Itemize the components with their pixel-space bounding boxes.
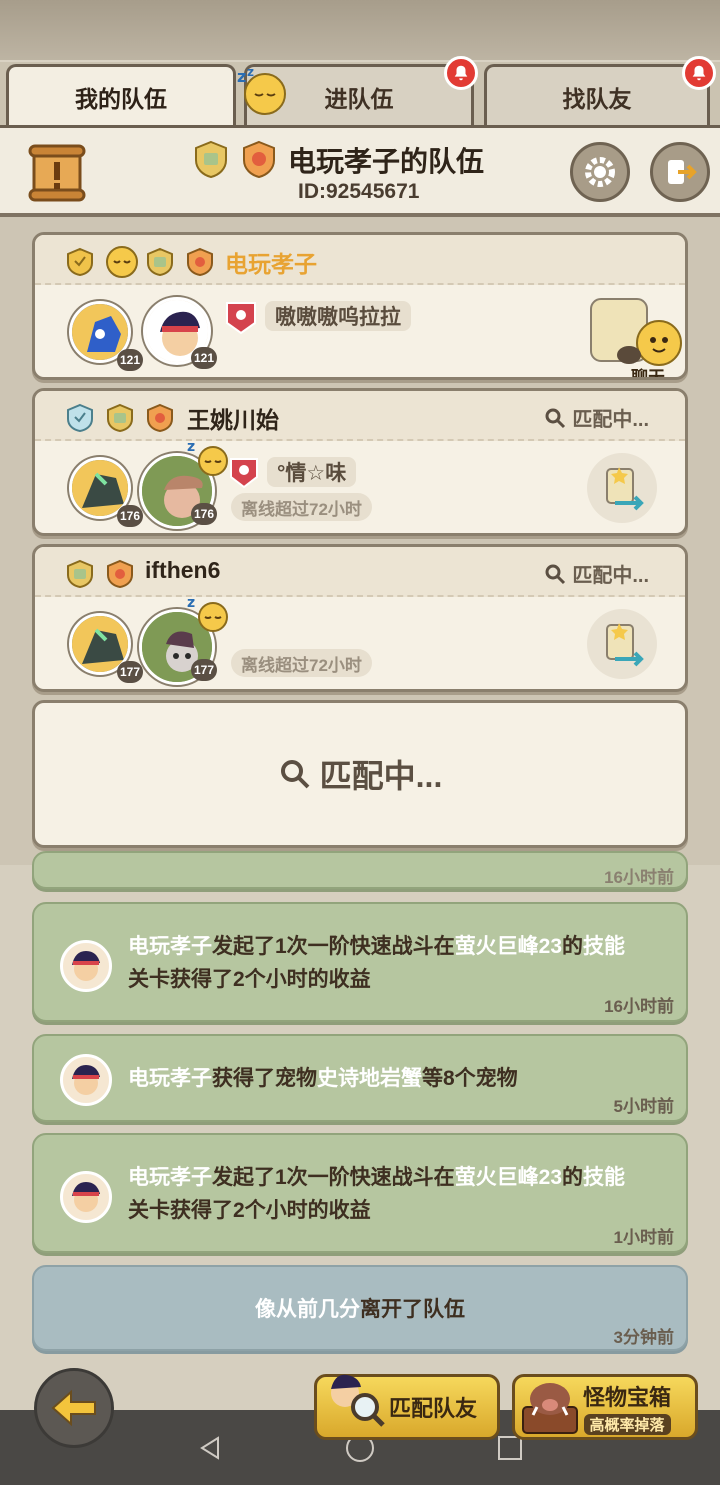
pet-level: 121 [117, 349, 143, 371]
monster-chest-button[interactable]: 怪物宝箱 高概率掉落 [512, 1374, 698, 1440]
scroll-icon[interactable] [26, 142, 88, 204]
feed-avatar [60, 940, 112, 992]
chat-button[interactable]: 聊天 [587, 297, 682, 377]
team-header: 电玩孝子的队伍 ID:92545671 [0, 125, 720, 217]
feed-item: 电玩孝子获得了宠物史诗地岩蟹等8个宠物 5小时前 [32, 1034, 688, 1122]
activity-feed: 16小时前 电玩孝子发起了1次一阶快速战斗在萤火巨峰23的技能关卡获得了2个小时… [0, 851, 720, 1425]
guild-emblem-icon [65, 559, 95, 589]
feed-text: 电玩孝子发起了1次一阶快速战斗在萤火巨峰23的技能关卡获得了2个小时的收益 [128, 1166, 626, 1222]
feed-time: 1小时前 [613, 1228, 674, 1247]
sleep-emoji-icon [105, 245, 139, 279]
back-arrow-icon[interactable] [34, 1368, 114, 1448]
team-id: ID:92545671 [298, 180, 420, 203]
magnifier-icon [331, 1374, 385, 1427]
svg-text:z: z [187, 595, 195, 611]
feed-avatar [60, 1054, 112, 1106]
exit-icon[interactable] [650, 142, 710, 202]
sleep-emoji-icon: z z [232, 64, 292, 118]
feed-time: 3分钟前 [613, 1328, 674, 1347]
tab-bar: 我的队伍 进队伍 找队友 [0, 62, 720, 128]
feed-item: 电玩孝子发起了1次一阶快速战斗在萤火巨峰23的技能关卡获得了2个小时的收益 16… [32, 902, 688, 1022]
player-level: 121 [191, 347, 217, 369]
rank-emblem-icon [185, 247, 215, 277]
svg-text:z: z [237, 67, 246, 86]
member-card-leader: 电玩孝子 121 121 嗷嗷嗷呜拉拉 聊天 [32, 232, 688, 380]
offline-status: 离线超过72小时 [231, 649, 372, 677]
member-name: 电玩孝子 [225, 251, 317, 277]
title-pill: 嗷嗷嗷呜拉拉 [265, 301, 411, 331]
search-icon [545, 564, 566, 584]
bell-icon [444, 56, 478, 90]
tab-find-teammate[interactable]: 找队友 [484, 64, 710, 126]
rank-emblem-icon [105, 559, 135, 589]
swap-button[interactable] [587, 453, 657, 523]
tab-my-team[interactable]: 我的队伍 [6, 64, 236, 126]
search-icon [545, 408, 566, 428]
guild-emblem-icon [105, 403, 135, 433]
bell-icon [682, 56, 716, 90]
member-card: ifthen6 匹配中... 177 177 z 离线超过72小时 [32, 544, 688, 692]
matching-status: 匹配中... [544, 559, 649, 588]
search-icon [280, 760, 310, 789]
pet-level: 177 [117, 661, 143, 683]
feed-text: 像从前几分离开了队伍 [255, 1298, 465, 1321]
member-name: 王姚川始 [187, 407, 279, 433]
shield-badge-icon [65, 403, 95, 433]
nav-back-icon[interactable] [192, 1430, 228, 1466]
title-pill: °情☆味 [267, 457, 357, 487]
member-list: 电玩孝子 121 121 嗷嗷嗷呜拉拉 聊天 王姚川始 匹配中... 176 1… [0, 217, 720, 865]
svg-text:z: z [187, 439, 195, 455]
feed-avatar [60, 1171, 112, 1223]
feed-time: 16小时前 [604, 997, 674, 1016]
title-badge-icon [227, 455, 261, 489]
feed-text: 电玩孝子获得了宠物史诗地岩蟹等8个宠物 [128, 1067, 518, 1090]
sleep-emoji-icon: z [185, 593, 231, 633]
chat-label: 聊天 [631, 368, 665, 380]
rank-emblem-icon [145, 403, 175, 433]
gear-icon[interactable] [570, 142, 630, 202]
member-name: ifthen6 [145, 557, 221, 583]
boar-chest-icon [522, 1383, 578, 1434]
feed-item: 电玩孝子发起了1次一阶快速战斗在萤火巨峰23的技能关卡获得了2个小时的收益 1小… [32, 1133, 688, 1253]
pet-level: 176 [117, 505, 143, 527]
feed-item: 像从前几分离开了队伍 3分钟前 [32, 1265, 688, 1351]
offline-status: 离线超过72小时 [231, 493, 372, 521]
svg-text:z: z [247, 65, 254, 79]
member-card: 王姚川始 匹配中... 176 176 z °情☆味 离线超过72小时 [32, 388, 688, 536]
empty-slot-matching: 匹配中... [35, 703, 685, 845]
feed-text: 电玩孝子发起了1次一阶快速战斗在萤火巨峰23的技能关卡获得了2个小时的收益 [128, 935, 626, 991]
sleep-emoji-icon: z [185, 437, 231, 477]
feed-item-partial: 16小时前 [32, 851, 688, 889]
status-bar-area [0, 0, 720, 60]
guild-emblem-icon [192, 140, 230, 179]
feed-time: 5小时前 [613, 1097, 674, 1116]
match-teammate-button[interactable]: 匹配队友 [314, 1374, 500, 1440]
empty-slot-card[interactable]: 匹配中... [32, 700, 688, 848]
guild-emblem-icon [145, 247, 175, 277]
leader-badge-icon [65, 247, 95, 277]
player-level: 177 [191, 659, 217, 681]
rank-emblem-icon [240, 140, 278, 179]
title-badge-icon [223, 299, 259, 335]
matching-status: 匹配中... [544, 403, 649, 432]
swap-button[interactable] [587, 609, 657, 679]
team-title: 电玩孝子的队伍 [288, 146, 485, 177]
player-level: 176 [191, 503, 217, 525]
